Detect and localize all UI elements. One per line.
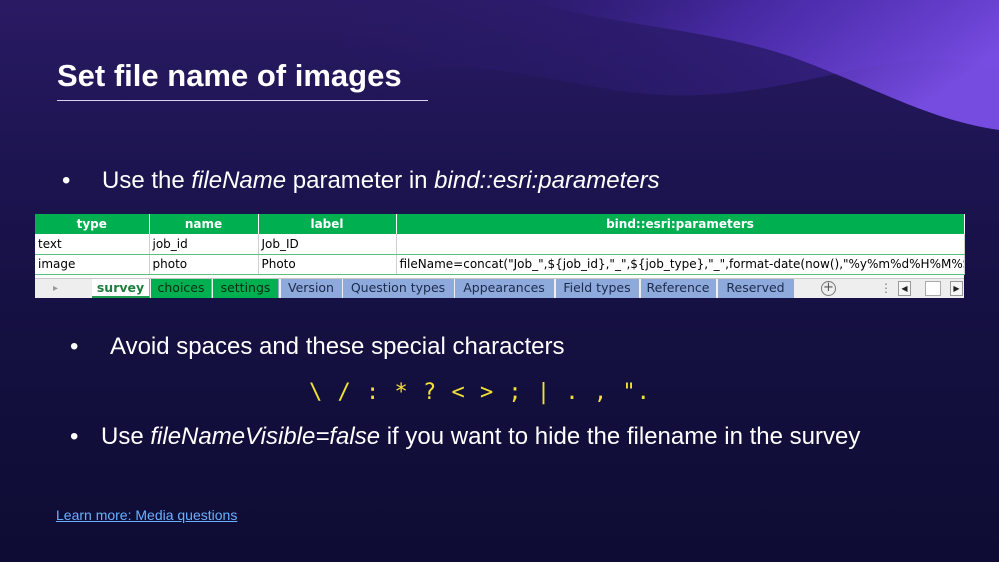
- column-header-label[interactable]: label: [258, 214, 397, 234]
- bullet-emphasis: bind::esri:parameters: [434, 167, 660, 194]
- scroll-right-icon[interactable]: ▶: [950, 281, 963, 296]
- bullet-emphasis: fileName: [191, 167, 287, 194]
- spreadsheet-grid: type name label bind::esri:parameters te…: [35, 214, 965, 275]
- scroll-left-icon[interactable]: ◀: [898, 281, 911, 296]
- bullet-text: Use the fileName parameter in bind::esri…: [102, 167, 660, 195]
- tab-question-types[interactable]: Question types: [343, 279, 454, 298]
- spreadsheet: type name label bind::esri:parameters te…: [35, 214, 965, 298]
- more-options-icon[interactable]: ⋮: [880, 279, 892, 297]
- bullet-text-part: parameter in: [286, 167, 435, 194]
- sheet-tab-bar: ▸ survey choices settings Version Questi…: [35, 278, 964, 298]
- bullet-emphasis: fileNameVisible=false: [150, 423, 381, 450]
- bullet-text-part: Use the: [102, 167, 192, 194]
- bullet-dot: •: [70, 423, 79, 450]
- tab-choices[interactable]: choices: [151, 279, 212, 298]
- column-header-name[interactable]: name: [149, 214, 259, 234]
- special-characters: \ / : * ? < > ; | . , ".: [309, 380, 651, 405]
- table-cell[interactable]: job_id: [149, 234, 259, 255]
- bullet-text: Avoid spaces and these special character…: [110, 333, 565, 360]
- slide-title: Set file name of images: [57, 58, 428, 101]
- bullet-dot: •: [70, 333, 79, 360]
- bullet-text-part: if you want to hide the filename in the …: [380, 423, 861, 450]
- tab-settings[interactable]: settings: [213, 279, 279, 298]
- tab-field-types[interactable]: Field types: [556, 279, 639, 298]
- learn-more-link[interactable]: Learn more: Media questions: [56, 507, 237, 523]
- table-row: image photo Photo fileName=concat("Job_"…: [35, 254, 965, 275]
- table-cell[interactable]: [396, 234, 965, 255]
- tab-reference[interactable]: Reference: [641, 279, 716, 298]
- table-cell[interactable]: image: [35, 254, 150, 275]
- column-header-type[interactable]: type: [35, 214, 150, 234]
- table-cell[interactable]: Job_ID: [258, 234, 397, 255]
- tab-version[interactable]: Version: [281, 279, 342, 298]
- table-cell[interactable]: text: [35, 234, 150, 255]
- bullet-text-part: Use: [101, 423, 151, 450]
- bullet-text: Use fileNameVisible=false if you want to…: [101, 423, 860, 451]
- tab-reserved[interactable]: Reserved: [718, 279, 794, 298]
- table-row: text job_id Job_ID: [35, 234, 965, 255]
- column-header-parameters[interactable]: bind::esri:parameters: [396, 214, 965, 234]
- table-cell[interactable]: fileName=concat("Job_",${job_id},"_",${j…: [396, 254, 965, 275]
- table-cell[interactable]: photo: [149, 254, 259, 275]
- tab-survey[interactable]: survey: [92, 279, 150, 298]
- bullet-dot: •: [62, 167, 71, 194]
- add-sheet-icon[interactable]: +: [821, 281, 836, 296]
- tab-appearances[interactable]: Appearances: [455, 279, 554, 298]
- horizontal-scrollbar[interactable]: [925, 281, 941, 296]
- tab-nav-arrow-icon[interactable]: ▸: [53, 279, 58, 298]
- table-cell[interactable]: Photo: [258, 254, 397, 275]
- header-row: type name label bind::esri:parameters: [35, 214, 965, 234]
